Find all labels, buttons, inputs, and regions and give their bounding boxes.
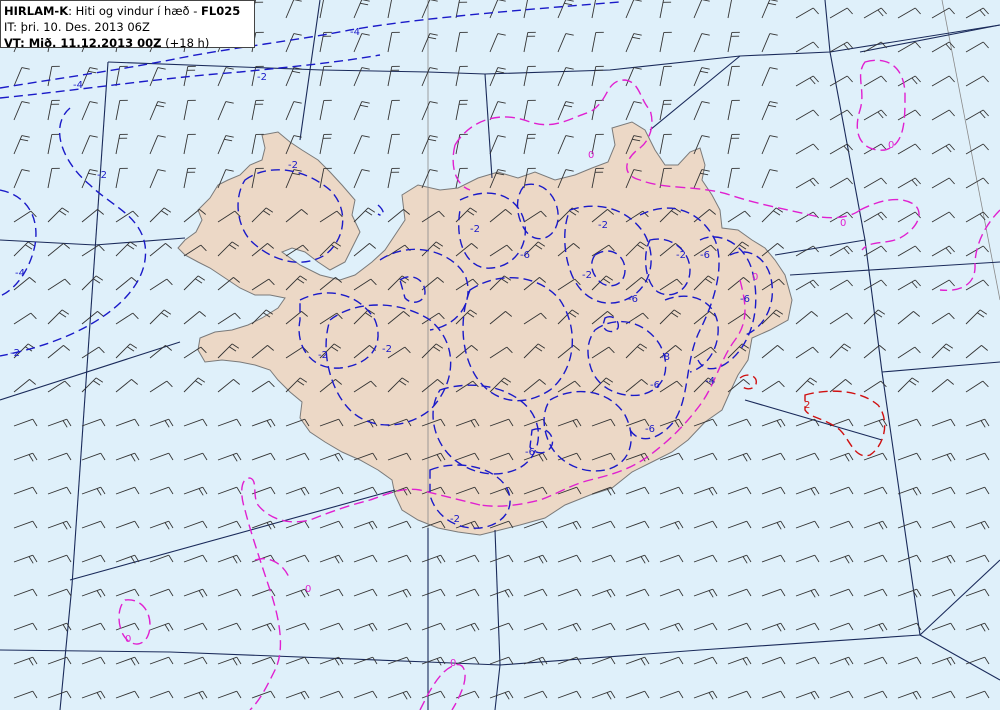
isotherm-label: -6: [700, 250, 710, 261]
isotherm-label: 0: [752, 272, 758, 283]
forecast-offset: (+18 h): [161, 36, 210, 50]
isotherm-label: 0: [125, 634, 131, 645]
isotherm-label: -4: [350, 27, 360, 38]
isotherm-label: -2: [598, 220, 608, 231]
issue-time: IT: þri. 10. Des. 2013 06Z: [4, 20, 150, 34]
isotherm-label: -2: [470, 224, 480, 235]
isotherm-label: -2: [10, 348, 20, 359]
isotherm-label: 2: [804, 400, 810, 411]
isotherm-label: 0: [450, 658, 456, 669]
isotherm-label: 0: [588, 150, 594, 161]
isotherm-label: -6: [650, 380, 660, 391]
model-name: HIRLAM-K: [4, 4, 69, 18]
isotherm-label: -6: [740, 294, 750, 305]
isotherm-label: -2: [257, 72, 267, 83]
isotherm-label: -2: [288, 160, 298, 171]
isotherm-label: -2: [676, 250, 686, 261]
isotherm-label: -8: [660, 352, 670, 363]
isotherm-label: -2: [450, 514, 460, 525]
isotherm-label: -4: [73, 80, 83, 91]
isotherm-label: -2: [318, 350, 328, 361]
isotherm-label: 0: [888, 140, 894, 151]
isotherm-label: -6: [520, 250, 530, 261]
valid-time-line: VT: Mið. 11.12.2013 00Z (+18 h): [4, 35, 251, 51]
isotherm-label: -2: [382, 344, 392, 355]
isotherm-label: 0: [840, 218, 846, 229]
isotherm-label: -6: [628, 294, 638, 305]
isotherm-label: -4: [15, 268, 25, 279]
valid-time: VT: Mið. 11.12.2013 00Z: [4, 36, 162, 50]
isotherm-label: -4: [705, 376, 715, 387]
title-description: : Hiti og vindur í hæð -: [68, 4, 202, 18]
weather-map: -4 -2 -4 -2 -4 -2 -2 -2 -2 -2 -6 -2 -2 -…: [0, 0, 1000, 710]
flight-level: FL025: [201, 4, 241, 18]
isotherm-label: -2: [582, 270, 592, 281]
isotherm-label: -6: [525, 447, 535, 458]
title-line: HIRLAM-K: Hiti og vindur í hæð - FL025: [4, 3, 251, 19]
isotherm-label: -2: [97, 170, 107, 181]
map-title-box: HIRLAM-K: Hiti og vindur í hæð - FL025 I…: [0, 0, 255, 51]
isotherm-label: 0: [305, 584, 311, 595]
isotherm-label: -6: [645, 424, 655, 435]
